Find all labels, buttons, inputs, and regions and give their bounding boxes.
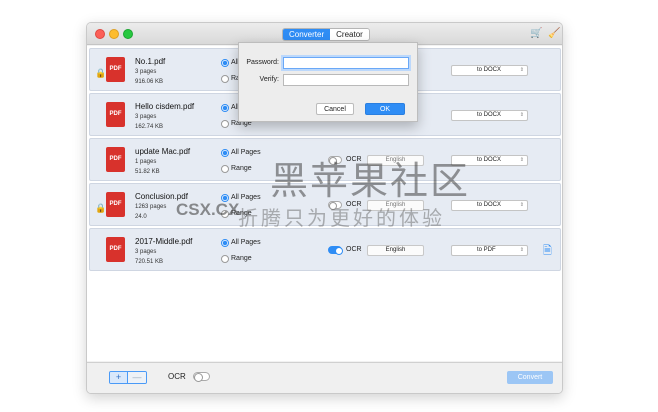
file-size: 916.06 KB bbox=[135, 79, 164, 85]
document-settings-icon[interactable]: 🗎 bbox=[543, 242, 552, 261]
close-window-button[interactable] bbox=[95, 29, 105, 39]
pdf-file-icon: PDF bbox=[106, 192, 125, 217]
pdf-file-icon: PDF bbox=[106, 102, 125, 127]
file-size: 24.0 bbox=[135, 214, 147, 220]
ocr-label: OCR bbox=[346, 156, 362, 163]
lock-icon: 🔒 bbox=[95, 203, 107, 213]
range-radio[interactable] bbox=[221, 75, 229, 83]
all-pages-label: All Pages bbox=[231, 239, 261, 246]
minimize-window-button[interactable] bbox=[109, 29, 119, 39]
file-pages: 1 pages bbox=[135, 159, 157, 165]
pdf-file-icon: PDF bbox=[106, 57, 125, 82]
add-remove-control: + — bbox=[109, 371, 147, 384]
language-select[interactable]: English bbox=[367, 200, 424, 211]
chevron-updown-icon: ⇕ bbox=[519, 247, 524, 253]
file-name: 2017-Middle.pdf bbox=[135, 237, 193, 246]
file-name: Conclusion.pdf bbox=[135, 192, 188, 201]
chevron-updown-icon: ⇕ bbox=[519, 202, 524, 208]
format-select[interactable]: to DOCX ⇕ bbox=[451, 110, 528, 121]
chevron-updown-icon: ⇕ bbox=[519, 112, 524, 118]
password-input[interactable] bbox=[283, 57, 409, 69]
format-value: to DOCX bbox=[477, 112, 502, 118]
file-name: update Mac.pdf bbox=[135, 147, 191, 156]
format-value: to DOCX bbox=[477, 67, 502, 73]
format-value: to DOCX bbox=[477, 202, 502, 208]
format-value: to PDF bbox=[477, 247, 496, 253]
range-radio[interactable] bbox=[221, 210, 229, 218]
file-size: 51.82 KB bbox=[135, 169, 160, 175]
all-pages-label: All Pages bbox=[231, 194, 261, 201]
cart-icon[interactable]: 🛒 bbox=[530, 28, 542, 39]
ok-button[interactable]: OK bbox=[365, 103, 405, 115]
brush-icon[interactable]: 🧹 bbox=[548, 28, 560, 39]
zoom-window-button[interactable] bbox=[123, 29, 133, 39]
all-pages-radio[interactable] bbox=[221, 194, 229, 202]
range-label: Range bbox=[231, 165, 252, 172]
all-pages-radio[interactable] bbox=[221, 239, 229, 247]
add-file-button[interactable]: + bbox=[110, 372, 128, 383]
format-select[interactable]: to PDF ⇕ bbox=[451, 245, 528, 256]
format-select[interactable]: to DOCX ⇕ bbox=[451, 155, 528, 166]
range-radio[interactable] bbox=[221, 255, 229, 263]
file-pages: 3 pages bbox=[135, 249, 157, 255]
file-row[interactable]: PDF 2017-Middle.pdf 3 pages 720.51 KB Al… bbox=[89, 228, 561, 271]
file-size: 162.74 KB bbox=[135, 124, 164, 130]
bottom-bar: + — OCR Convert bbox=[87, 362, 562, 393]
file-pages: 3 pages bbox=[135, 69, 157, 75]
ocr-toggle[interactable] bbox=[328, 156, 342, 165]
mode-switch: Converter Creator bbox=[282, 28, 370, 41]
cancel-button[interactable]: Cancel bbox=[316, 103, 354, 115]
verify-input[interactable] bbox=[283, 74, 409, 86]
password-dialog: Password: Verify: Cancel OK bbox=[238, 42, 418, 122]
tab-creator[interactable]: Creator bbox=[330, 29, 369, 40]
all-pages-radio[interactable] bbox=[221, 59, 229, 67]
chevron-updown-icon: ⇕ bbox=[519, 157, 524, 163]
chevron-updown-icon: ⇕ bbox=[519, 67, 524, 73]
ocr-toggle[interactable] bbox=[328, 246, 343, 255]
tab-converter[interactable]: Converter bbox=[283, 29, 331, 40]
format-value: to DOCX bbox=[477, 157, 502, 163]
range-label: Range bbox=[231, 210, 252, 217]
global-ocr-label: OCR bbox=[168, 372, 186, 381]
language-select[interactable]: English bbox=[367, 155, 424, 166]
file-name: Hello cisdem.pdf bbox=[135, 102, 195, 111]
file-pages: 1263 pages bbox=[135, 204, 167, 210]
format-select[interactable]: to DOCX ⇕ bbox=[451, 65, 528, 76]
all-pages-radio[interactable] bbox=[221, 149, 229, 157]
ocr-label: OCR bbox=[346, 201, 362, 208]
all-pages-radio[interactable] bbox=[221, 104, 229, 112]
pdf-file-icon: PDF bbox=[106, 147, 125, 172]
pdf-file-icon: PDF bbox=[106, 237, 125, 262]
remove-file-button[interactable]: — bbox=[128, 372, 146, 383]
range-radio[interactable] bbox=[221, 120, 229, 128]
range-radio[interactable] bbox=[221, 165, 229, 173]
file-pages: 3 pages bbox=[135, 114, 157, 120]
all-pages-label: All Pages bbox=[231, 149, 261, 156]
file-size: 720.51 KB bbox=[135, 259, 164, 265]
ocr-toggle[interactable] bbox=[328, 201, 342, 210]
verify-label: Verify: bbox=[259, 76, 279, 83]
ocr-label: OCR bbox=[346, 246, 362, 253]
global-ocr-toggle[interactable] bbox=[193, 372, 210, 382]
file-row[interactable]: PDF update Mac.pdf 1 pages 51.82 KB All … bbox=[89, 138, 561, 181]
file-row[interactable]: 🔒 PDF Conclusion.pdf 1263 pages 24.0 All… bbox=[89, 183, 561, 226]
range-label: Range bbox=[231, 255, 252, 262]
format-select[interactable]: to DOCX ⇕ bbox=[451, 200, 528, 211]
convert-button[interactable]: Convert bbox=[507, 371, 553, 384]
lock-icon: 🔒 bbox=[95, 68, 107, 78]
file-name: No.1.pdf bbox=[135, 57, 166, 66]
language-select[interactable]: English bbox=[367, 245, 424, 256]
password-label: Password: bbox=[246, 59, 279, 66]
